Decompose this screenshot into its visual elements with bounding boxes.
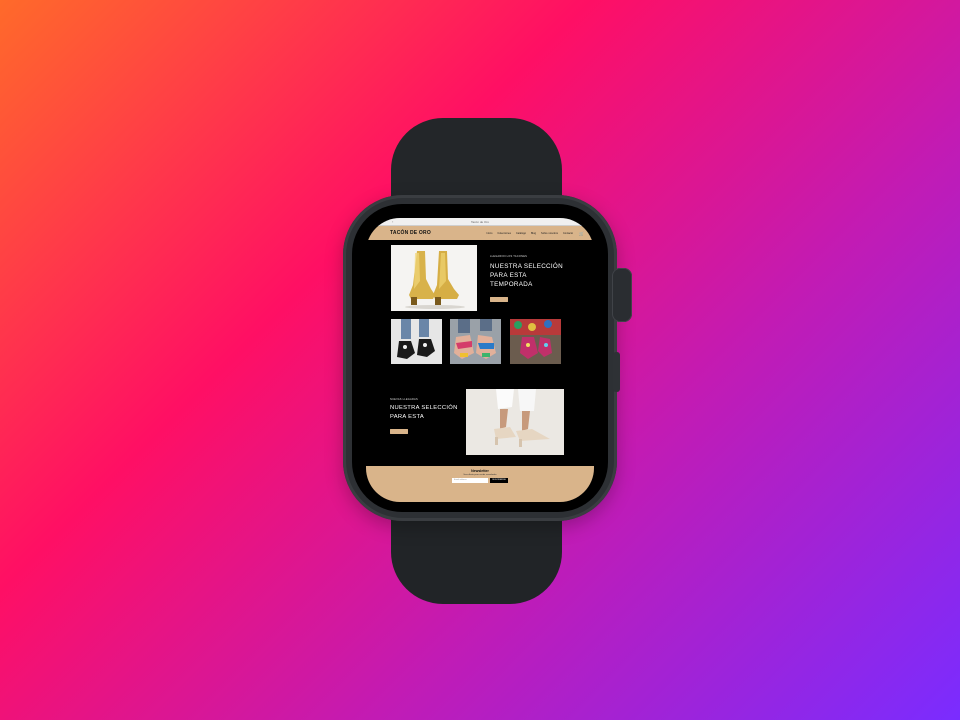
back-icon[interactable]: ‹ [392,219,393,225]
hero-title-line: NUESTRA SELECCIÓN [490,263,563,270]
feature-text: NUEVAS LLEGADAS NUESTRA SELECCIÓN PARA E… [390,398,462,439]
newsletter-subscribe-button[interactable]: SUSCRIBIRSE [490,478,508,483]
site-logo[interactable]: TACÓN DE ORO [390,230,431,236]
hero-title: NUESTRA SELECCIÓN PARA ESTA TEMPORADA [490,262,570,289]
newsletter-email-input[interactable]: Email address [452,478,488,483]
feature-image-beige-heels [466,389,564,455]
cart-icon[interactable]: 🛒 [579,231,584,236]
hero-title-line: PARA ESTA [490,272,527,279]
hero-text: LLEGARON LOS TACONES NUESTRA SELECCIÓN P… [490,255,570,307]
hero-image-gold-boots [391,245,477,311]
product-thumb-black-heels[interactable] [391,319,442,364]
newsletter-form: Email address SUSCRIBIRSE [366,478,594,483]
side-button[interactable] [613,352,620,392]
hero-cta-button[interactable] [490,297,508,302]
feature-title-line: PARA ESTA [390,413,425,420]
nav-item-colecciones[interactable]: Colecciones [497,232,511,235]
hero-eyebrow: LLEGARON LOS TACONES [490,255,528,258]
feature-title: NUESTRA SELECCIÓN PARA ESTA [390,404,462,421]
newsletter-subtitle: Suscríbete para recibir novedades [463,474,497,476]
digital-crown[interactable] [612,268,632,322]
hero-title-line: TEMPORADA [490,281,533,288]
watch-screen: ‹ Tacón de Oro TACÓN DE ORO Inicio Colec… [366,218,594,502]
main-nav: Inicio Colecciones Catálogo Blog Sobre n… [487,232,573,235]
product-thumb-embroidered-heels[interactable] [510,319,561,364]
newsletter-title: Newsletter [471,469,489,473]
feature-title-line: NUESTRA SELECCIÓN [390,405,458,411]
product-thumb-colorful-sandals[interactable] [450,319,501,364]
nav-item-blog[interactable]: Blog [531,232,536,235]
site-header: TACÓN DE ORO Inicio Colecciones Catálogo… [366,226,594,240]
nav-item-contacto[interactable]: Contacto [563,232,573,235]
feature-eyebrow: NUEVAS LLEGADAS [390,398,418,401]
feature-cta-button[interactable] [390,429,408,434]
nav-item-sobre-nosotros[interactable]: Sobre nosotros [541,232,558,235]
newsletter-section: Newsletter Suscríbete para recibir noved… [366,466,594,502]
nav-item-inicio[interactable]: Inicio [487,232,493,235]
url-field[interactable]: Tacón de Oro [446,219,514,225]
browser-bar: ‹ Tacón de Oro [366,218,594,226]
nav-item-catalogo[interactable]: Catálogo [516,232,526,235]
